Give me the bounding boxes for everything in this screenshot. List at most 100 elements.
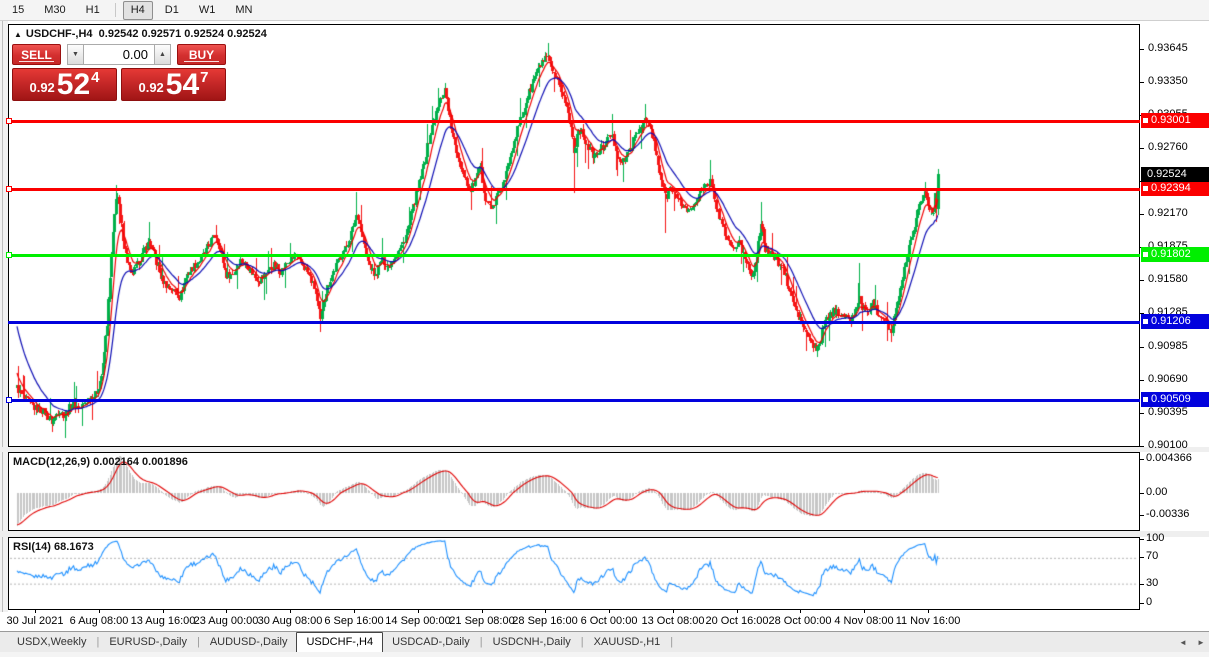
date-axis-tick: [163, 610, 164, 613]
date-label: 28 Sep 16:00: [512, 615, 577, 627]
buy-price-point: 7: [200, 69, 208, 86]
date-label: 11 Nov 16:00: [896, 615, 961, 627]
timeframe-button-h4[interactable]: H4: [123, 1, 153, 20]
date-axis-tick: [226, 610, 227, 613]
tab-separator: |: [197, 636, 200, 648]
date-axis-tick: [609, 610, 610, 613]
tab-scroll-left-icon[interactable]: ◄: [1176, 636, 1190, 649]
buy-button[interactable]: BUY: [177, 44, 226, 65]
window-left-edge: [0, 21, 8, 612]
price-tick-label: 0.90100: [1148, 439, 1188, 451]
one-click-trading-widget: SELL ▼ ▲ BUY 0.92 52 4 0.92 54 7: [12, 44, 228, 101]
symbol-label: USDCHF-,H4: [26, 28, 93, 40]
horizontal-line[interactable]: [8, 120, 1140, 123]
horizontal-line[interactable]: [8, 321, 1140, 324]
price-tick-label: 0.90690: [1148, 373, 1188, 385]
price-tick-label: 0.93645: [1148, 42, 1188, 54]
date-label: 4 Nov 08:00: [834, 615, 893, 627]
date-axis-tick: [928, 610, 929, 613]
price-axis-tick: [1140, 49, 1144, 50]
price-tick-label: 0.90985: [1148, 340, 1188, 352]
line-price-label: 0.91802: [1141, 247, 1209, 262]
window-bottom-edge: [0, 652, 1209, 657]
date-label: 14 Sep 00:00: [385, 615, 450, 627]
rsi-chart-canvas[interactable]: [9, 538, 1139, 609]
date-axis-tick: [545, 610, 546, 613]
date-axis-tick: [99, 610, 100, 613]
tab-xauusd-h1[interactable]: XAUUSD-,H1: [585, 634, 670, 651]
sell-price-point: 4: [91, 69, 99, 86]
tab-usdcnh-daily[interactable]: USDCNH-,Daily: [484, 634, 580, 651]
trading-platform-window: 15M30 H1 H4D1W1MN ▲ USDCHF-,H4 0.92542 0.92…: [0, 0, 1209, 657]
line-handle[interactable]: [6, 186, 12, 192]
date-label: 28 Oct 00:00: [769, 615, 832, 627]
current-price-label: 0.92524: [1141, 167, 1209, 182]
ohlc-quotes: 0.92542 0.92571 0.92524 0.92524: [99, 28, 267, 40]
tab-audusd-daily[interactable]: AUDUSD-,Daily: [201, 634, 297, 651]
date-axis-tick: [482, 610, 483, 613]
date-label: 30 Aug 08:00: [258, 615, 323, 627]
price-tick-label: 0.93350: [1148, 75, 1188, 87]
price-axis-tick: [1140, 214, 1144, 215]
timeframe-button-m30[interactable]: M30: [36, 1, 73, 20]
horizontal-line[interactable]: [8, 254, 1140, 257]
volume-input[interactable]: [84, 44, 154, 65]
rsi-label: RSI(14) 68.1673: [13, 541, 94, 553]
date-axis-tick: [35, 610, 36, 613]
horizontal-line[interactable]: [8, 399, 1140, 402]
date-label: 23 Aug 00:00: [194, 615, 259, 627]
rsi-tick-label: 0: [1146, 596, 1152, 608]
rsi-tick-label: 70: [1146, 550, 1158, 562]
timeframe-button-mn[interactable]: MN: [227, 1, 260, 20]
label-marker: [1143, 397, 1148, 402]
label-marker: [1143, 186, 1148, 191]
rsi-axis-tick: [1140, 603, 1144, 604]
macd-tick-label: 0.00: [1146, 486, 1167, 498]
tab-separator: |: [581, 636, 584, 648]
sell-price-panel[interactable]: 0.92 52 4: [12, 68, 117, 101]
date-label: 6 Oct 00:00: [581, 615, 638, 627]
line-handle[interactable]: [6, 252, 12, 258]
timeframe-button-h1[interactable]: H1: [78, 1, 108, 20]
volume-increase-button[interactable]: ▲: [154, 44, 171, 65]
macd-axis-tick: [1140, 459, 1144, 460]
tab-usdcad-daily[interactable]: USDCAD-,Daily: [383, 634, 479, 651]
date-axis-tick: [864, 610, 865, 613]
label-marker: [1143, 118, 1148, 123]
chart-tab-bar: USDX,Weekly|EURUSD-,Daily|AUDUSD-,DailyU…: [0, 631, 1209, 652]
tab-eurusd-daily[interactable]: EURUSD-,Daily: [100, 634, 196, 651]
timeframe-button-15[interactable]: 15: [4, 1, 32, 20]
line-handle[interactable]: [6, 118, 12, 124]
price-axis-tick: [1140, 446, 1144, 447]
timeframe-button-d1[interactable]: D1: [157, 1, 187, 20]
date-label: 13 Oct 08:00: [642, 615, 705, 627]
date-label: 6 Aug 08:00: [70, 615, 129, 627]
rsi-axis-tick: [1140, 584, 1144, 585]
sell-price-pips: 52: [57, 72, 90, 98]
date-axis-tick: [290, 610, 291, 613]
tab-scroll-right-icon[interactable]: ►: [1194, 636, 1208, 649]
macd-axis-tick: [1140, 493, 1144, 494]
tab-usdchf-h4[interactable]: USDCHF-,H4: [296, 632, 383, 653]
tab-separator: |: [670, 636, 673, 648]
rsi-axis-tick: [1140, 557, 1144, 558]
horizontal-line[interactable]: [8, 188, 1140, 191]
tab-usdx-weekly[interactable]: USDX,Weekly: [8, 634, 95, 651]
macd-tick-label: -0.00336: [1146, 508, 1189, 520]
date-axis-tick: [418, 610, 419, 613]
date-label: 30 Jul 2021: [7, 615, 64, 627]
buy-price-base: 0.92: [138, 80, 163, 95]
chart-title: ▲ USDCHF-,H4 0.92542 0.92571 0.92524 0.92…: [14, 28, 267, 40]
timeframe-button-w1[interactable]: W1: [191, 1, 224, 20]
buy-price-panel[interactable]: 0.92 54 7: [121, 68, 226, 101]
date-label: 13 Aug 16:00: [131, 615, 196, 627]
price-axis-tick: [1140, 347, 1144, 348]
price-tick-label: 0.91580: [1148, 273, 1188, 285]
volume-decrease-button[interactable]: ▼: [67, 44, 84, 65]
rsi-axis-tick: [1140, 539, 1144, 540]
line-handle[interactable]: [6, 397, 12, 403]
label-marker: [1143, 252, 1148, 257]
sell-button[interactable]: SELL: [12, 44, 61, 65]
collapse-arrow-icon[interactable]: ▲: [14, 30, 22, 39]
timeframe-toolbar: 15M30 H1 H4D1W1MN: [0, 0, 1209, 21]
